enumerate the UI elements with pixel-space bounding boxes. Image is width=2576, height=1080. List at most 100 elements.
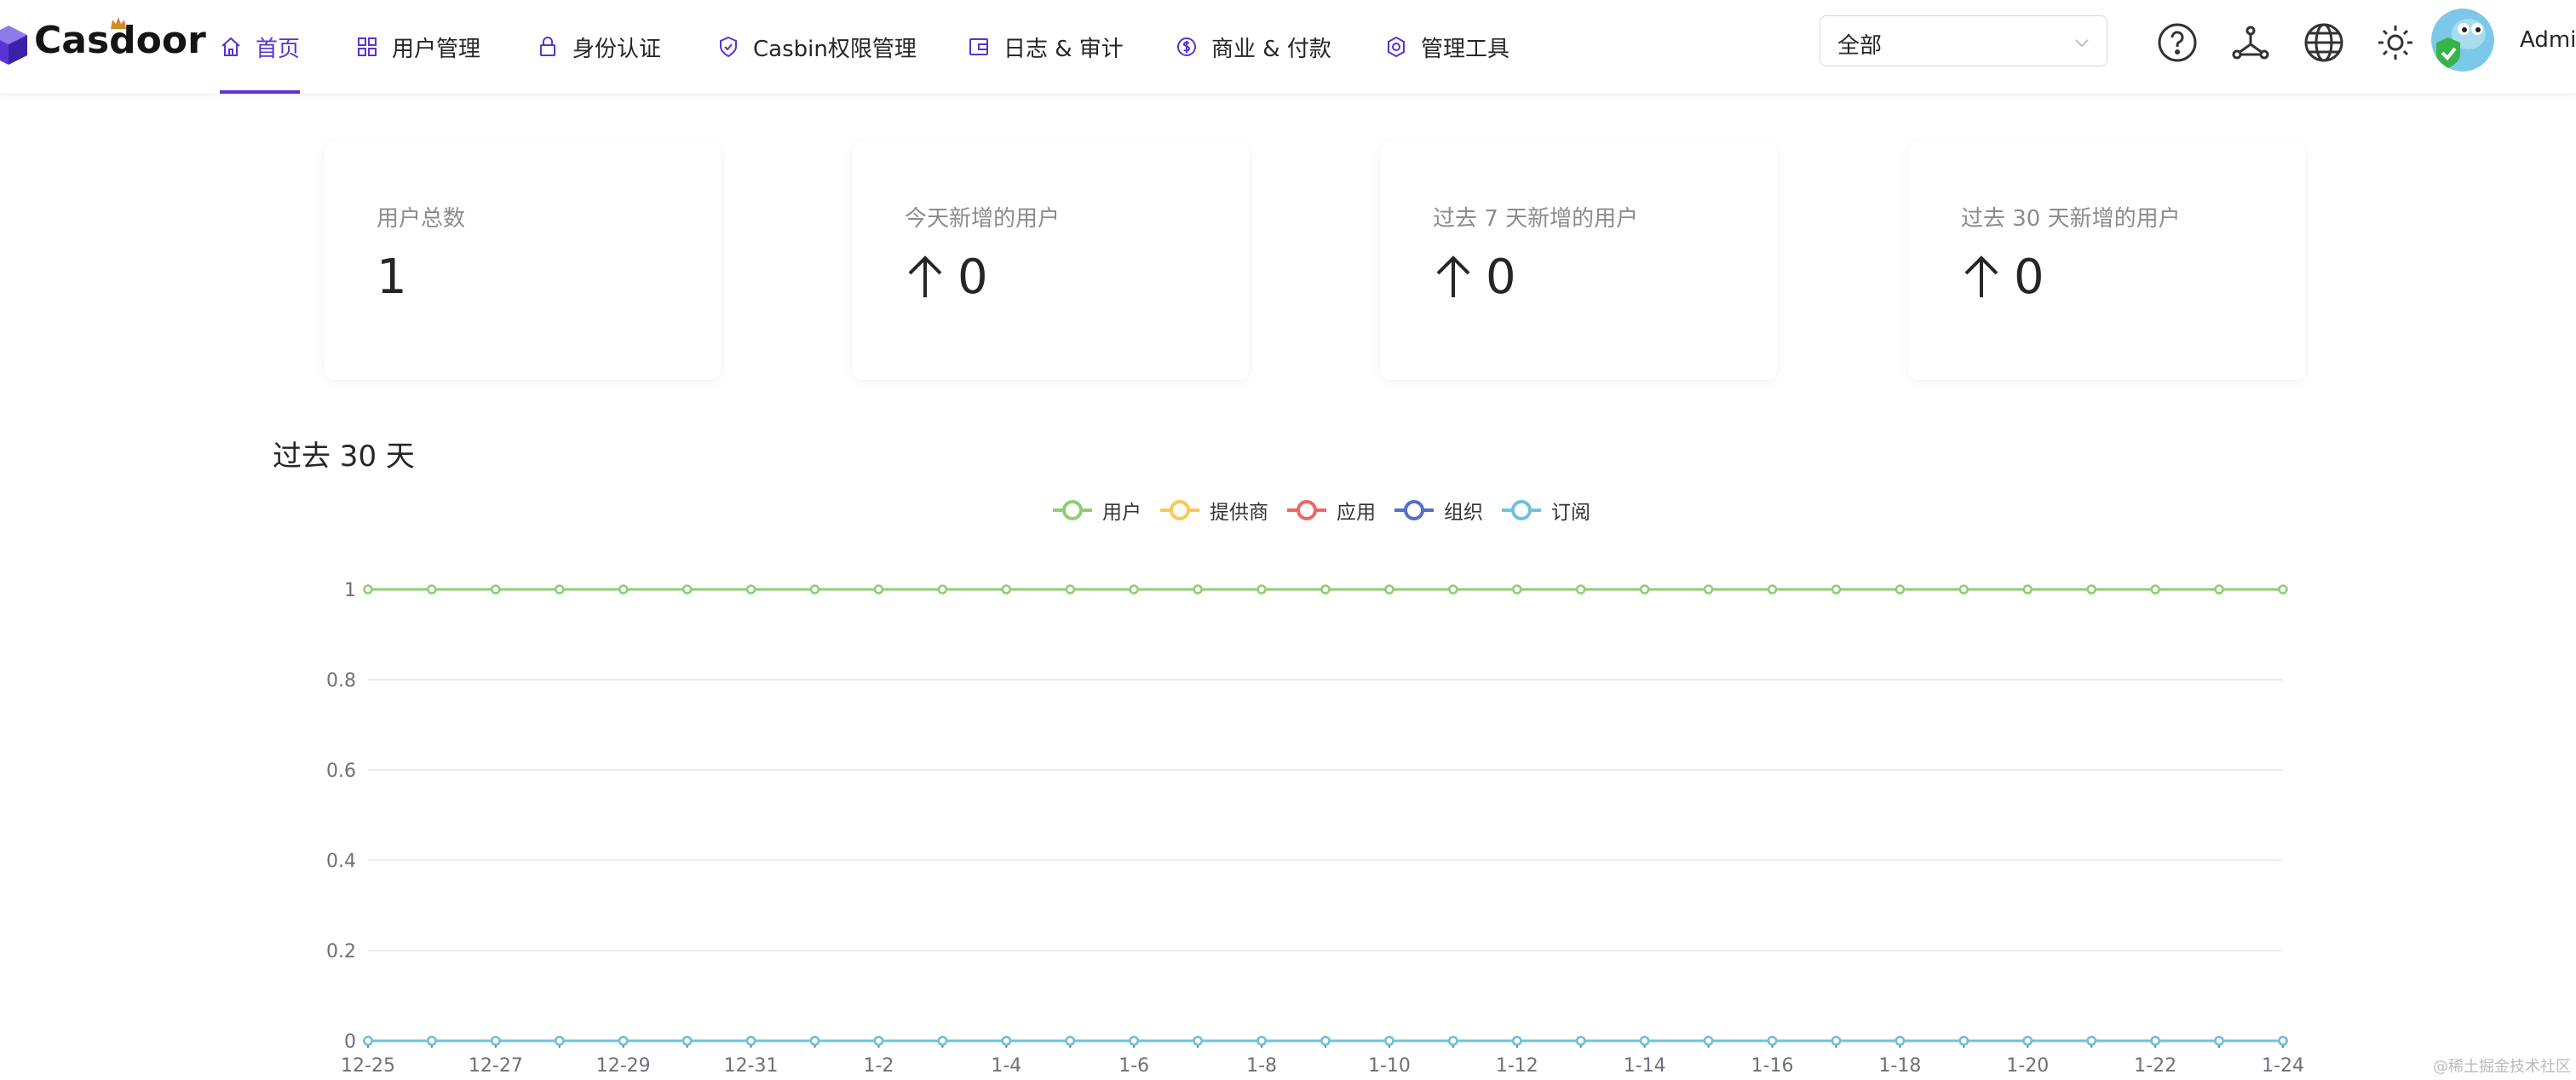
data-point[interactable] [1320, 584, 1331, 595]
data-point[interactable] [1193, 584, 1203, 595]
data-point[interactable] [1065, 584, 1076, 595]
chevron-down-icon [2075, 39, 2089, 48]
data-point[interactable] [2086, 1036, 2096, 1046]
legend-item[interactable]: 应用 [1285, 496, 1376, 525]
data-point[interactable] [1639, 584, 1650, 595]
data-point[interactable] [1001, 584, 1012, 595]
data-point[interactable] [1767, 1036, 1778, 1046]
x-tick-label: 12-29 [596, 1055, 651, 1077]
y-tick-label: 0.8 [326, 670, 356, 692]
data-point[interactable] [2150, 1036, 2160, 1046]
legend-item[interactable]: 组织 [1393, 496, 1483, 525]
data-point[interactable] [1639, 1036, 1650, 1046]
data-point[interactable] [618, 1036, 629, 1046]
data-point[interactable] [1575, 584, 1586, 595]
data-point[interactable] [1384, 1036, 1394, 1046]
data-point[interactable] [2278, 1036, 2288, 1046]
data-point[interactable] [1767, 584, 1778, 595]
nav-item-casbin[interactable]: Casbin权限管理 [717, 0, 917, 94]
nav-item-logs-audit[interactable]: 日志 & 审计 [968, 0, 1124, 94]
data-point[interactable] [1831, 1036, 1842, 1046]
data-point[interactable] [363, 584, 373, 595]
legend-swatch-icon [1394, 500, 1434, 520]
data-point[interactable] [1256, 1036, 1267, 1046]
data-point[interactable] [809, 584, 820, 595]
data-point[interactable] [555, 1036, 565, 1046]
data-point[interactable] [1512, 1036, 1522, 1046]
legend-label: 提供商 [1210, 502, 1268, 524]
nav-item-authentication[interactable]: 身份认证 [537, 0, 661, 94]
data-point[interactable] [1512, 584, 1522, 595]
data-point[interactable] [873, 1036, 884, 1046]
data-point[interactable] [1384, 584, 1394, 595]
crown-icon [111, 17, 126, 29]
data-point[interactable] [809, 1036, 820, 1046]
organization-select[interactable]: 全部 [1820, 15, 2107, 66]
legend-item[interactable]: 用户 [1051, 496, 1141, 525]
x-tick-label: 1-10 [1368, 1055, 1411, 1077]
data-point[interactable] [618, 584, 629, 595]
data-point[interactable] [555, 584, 565, 595]
data-point[interactable] [2150, 584, 2160, 595]
stat-card-title: 过去 7 天新增的用户 [1433, 206, 1639, 232]
data-point[interactable] [745, 584, 756, 595]
x-tick-label: 12-27 [469, 1055, 523, 1077]
theme-icon[interactable] [2375, 22, 2416, 63]
arrow-up-icon [1964, 256, 1998, 297]
data-point[interactable] [1448, 1036, 1458, 1046]
data-point[interactable] [1129, 1036, 1139, 1046]
data-point[interactable] [2022, 1036, 2033, 1046]
data-point[interactable] [745, 1036, 756, 1046]
data-point[interactable] [681, 584, 693, 595]
y-tick-label: 0 [344, 1031, 356, 1053]
stat-card-30-days-new-users: 过去 30 天新增的用户 0 [1908, 141, 2305, 380]
legend-item[interactable]: 提供商 [1159, 496, 1268, 525]
legend-item[interactable]: 订阅 [1500, 496, 1590, 525]
data-point[interactable] [427, 584, 437, 595]
y-tick-label: 0.4 [326, 851, 356, 872]
data-point[interactable] [2278, 584, 2288, 595]
data-point[interactable] [1895, 584, 1906, 595]
nav-item-label: 用户管理 [392, 36, 481, 62]
data-point[interactable] [1320, 1036, 1331, 1046]
data-point[interactable] [2086, 584, 2096, 595]
data-point[interactable] [2022, 584, 2033, 595]
nav-item-home[interactable]: 首页 [220, 0, 301, 94]
help-icon[interactable] [2157, 22, 2198, 63]
user-name[interactable]: Admin [2520, 27, 2576, 53]
data-point[interactable] [1256, 584, 1267, 595]
nav-item-admin-tools[interactable]: 管理工具 [1385, 0, 1509, 94]
data-point[interactable] [491, 1036, 501, 1046]
avatar[interactable] [2431, 9, 2494, 72]
data-point[interactable] [1895, 1036, 1906, 1046]
tour-icon[interactable] [2230, 22, 2271, 63]
top-header: Casdoor 首页 用户管理 身份认证 Casbin权限管理 日志 & 审计 … [0, 0, 2576, 95]
data-point[interactable] [873, 584, 884, 595]
language-icon[interactable] [2303, 22, 2344, 63]
data-point[interactable] [1703, 584, 1714, 595]
data-point[interactable] [1703, 1036, 1714, 1046]
data-point[interactable] [681, 1036, 693, 1046]
x-tick-label: 1-14 [1624, 1055, 1666, 1077]
data-point[interactable] [937, 584, 948, 595]
data-point[interactable] [1448, 584, 1458, 595]
data-point[interactable] [2214, 584, 2224, 595]
data-point[interactable] [937, 1036, 948, 1046]
data-point[interactable] [491, 584, 501, 595]
data-point[interactable] [1958, 1036, 1969, 1046]
data-point[interactable] [1831, 584, 1842, 595]
data-point[interactable] [1065, 1036, 1076, 1046]
data-point[interactable] [2214, 1036, 2224, 1046]
home-icon [221, 37, 240, 56]
data-point[interactable] [1575, 1036, 1586, 1046]
x-tick-label: 1-2 [863, 1055, 894, 1077]
data-point[interactable] [1193, 1036, 1203, 1046]
data-point[interactable] [363, 1036, 373, 1046]
data-point[interactable] [1001, 1036, 1012, 1046]
data-point[interactable] [1129, 584, 1139, 595]
stat-value: 1 [377, 249, 407, 305]
nav-item-user-management[interactable]: 用户管理 [356, 0, 480, 94]
data-point[interactable] [1958, 584, 1969, 595]
nav-item-business-payment[interactable]: 商业 & 付款 [1176, 0, 1331, 94]
data-point[interactable] [427, 1036, 437, 1046]
